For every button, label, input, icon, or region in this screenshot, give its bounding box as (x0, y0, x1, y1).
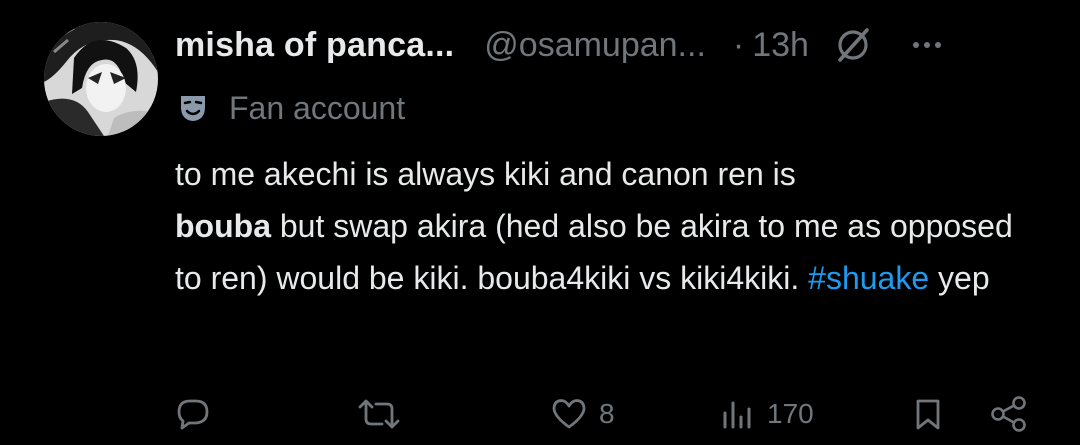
hashtag-link[interactable]: #shuake (808, 260, 929, 296)
bookmark-button[interactable] (913, 394, 943, 434)
tweet-text-part: yep (929, 260, 990, 296)
separator-dot: · (732, 25, 745, 64)
tweet-text-part: to me akechi is always kiki and canon re… (175, 156, 796, 192)
avatar[interactable] (44, 22, 158, 136)
grok-icon[interactable] (833, 25, 873, 65)
tweet-text: to me akechi is always kiki and canon re… (175, 148, 1035, 304)
tweet-header: misha of panca... @osamupan... · 13h (175, 22, 1060, 68)
heart-icon (552, 399, 586, 429)
bookmark-icon (916, 399, 940, 430)
like-button[interactable]: 8 (551, 394, 615, 434)
views-count: 170 (767, 398, 814, 429)
like-count: 8 (599, 398, 615, 429)
share-button[interactable] (990, 394, 1028, 434)
reply-button[interactable] (176, 394, 210, 434)
repost-button[interactable] (356, 394, 402, 434)
avatar-image (44, 22, 158, 136)
repost-icon (358, 399, 400, 429)
views-button[interactable]: 170 (721, 394, 814, 434)
reply-icon (177, 399, 209, 430)
tweet-text-bold: bouba (175, 208, 271, 244)
account-label: Fan account (175, 86, 405, 130)
display-name[interactable]: misha of panca... (175, 26, 454, 65)
user-handle[interactable]: @osamupan... (484, 26, 706, 65)
more-icon[interactable] (912, 42, 941, 48)
views-icon (723, 401, 751, 429)
timestamp[interactable]: 13h (752, 26, 809, 65)
share-icon (991, 396, 1026, 432)
account-label-text: Fan account (229, 89, 406, 126)
action-bar: 8 170 (0, 388, 1080, 444)
theater-mask-icon (175, 90, 211, 126)
